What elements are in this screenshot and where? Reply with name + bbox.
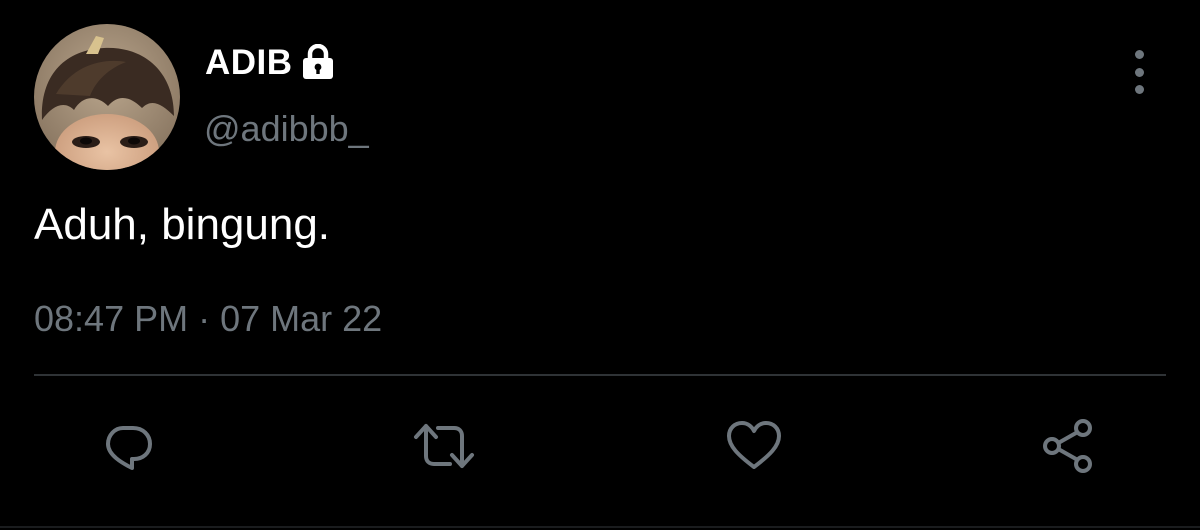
lock-icon (301, 43, 335, 80)
bottom-divider (0, 526, 1200, 528)
more-dot (1134, 85, 1144, 94)
retweet-icon (414, 424, 474, 468)
timestamp-separator: · (198, 298, 211, 339)
tweet-time: 08:47 PM (34, 298, 189, 339)
avatar-image (34, 24, 180, 170)
retweet-button[interactable] (412, 414, 476, 478)
reply-button[interactable] (96, 414, 160, 478)
tweet-timestamp[interactable]: 08:47 PM · 07 Mar 22 (34, 298, 382, 340)
like-icon (727, 421, 781, 469)
avatar[interactable] (34, 24, 180, 170)
display-name-text: ADIB (205, 43, 293, 82)
tweet-detail: ADIB @adibbb_ Aduh, bingung. 08:47 PM · … (0, 0, 1200, 530)
tweet-text: Aduh, bingung. (34, 200, 331, 249)
share-icon (1043, 419, 1092, 473)
share-button[interactable] (1036, 414, 1100, 478)
more-options-icon[interactable] (1124, 50, 1154, 94)
reply-icon (106, 426, 152, 470)
user-display-name[interactable]: ADIB (205, 40, 335, 86)
more-dot (1134, 50, 1144, 59)
more-dot (1134, 67, 1144, 77)
user-handle[interactable]: @adibbb_ (204, 108, 369, 150)
tweet-date: 07 Mar 22 (220, 298, 383, 339)
divider (34, 374, 1166, 376)
like-button[interactable] (722, 414, 786, 478)
